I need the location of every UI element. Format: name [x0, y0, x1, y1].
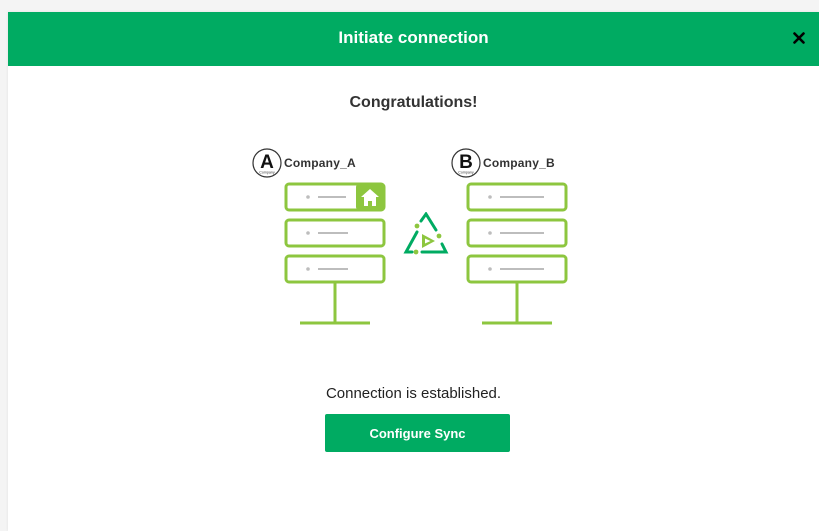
company-b-badge-caption: Company — [458, 171, 474, 175]
connection-status-text: Connection is established. — [325, 385, 502, 402]
company-a-badge-caption: Company — [259, 171, 275, 175]
server-stack-icon — [466, 182, 568, 325]
congratulations-heading: Congratulations! — [349, 94, 478, 111]
dialog-header: Initiate connection — [8, 12, 819, 66]
server-stack-icon — [284, 182, 386, 325]
configure-sync-button[interactable]: Configure Sync — [325, 414, 510, 452]
company-a-name: Company_A — [284, 156, 356, 170]
dialog-title: Initiate connection — [338, 28, 489, 47]
close-icon — [793, 32, 805, 44]
company-b-badge: B Company — [451, 148, 481, 178]
company-a-badge: A Company — [252, 148, 282, 178]
company-b-name: Company_B — [483, 156, 555, 170]
connection-illustration: A Company Company_A B Company Company_B — [248, 146, 588, 326]
initiate-connection-dialog: Initiate connection Congratulations! A C… — [8, 12, 819, 531]
sync-triangle-icon — [403, 212, 449, 255]
close-button[interactable] — [787, 26, 811, 50]
